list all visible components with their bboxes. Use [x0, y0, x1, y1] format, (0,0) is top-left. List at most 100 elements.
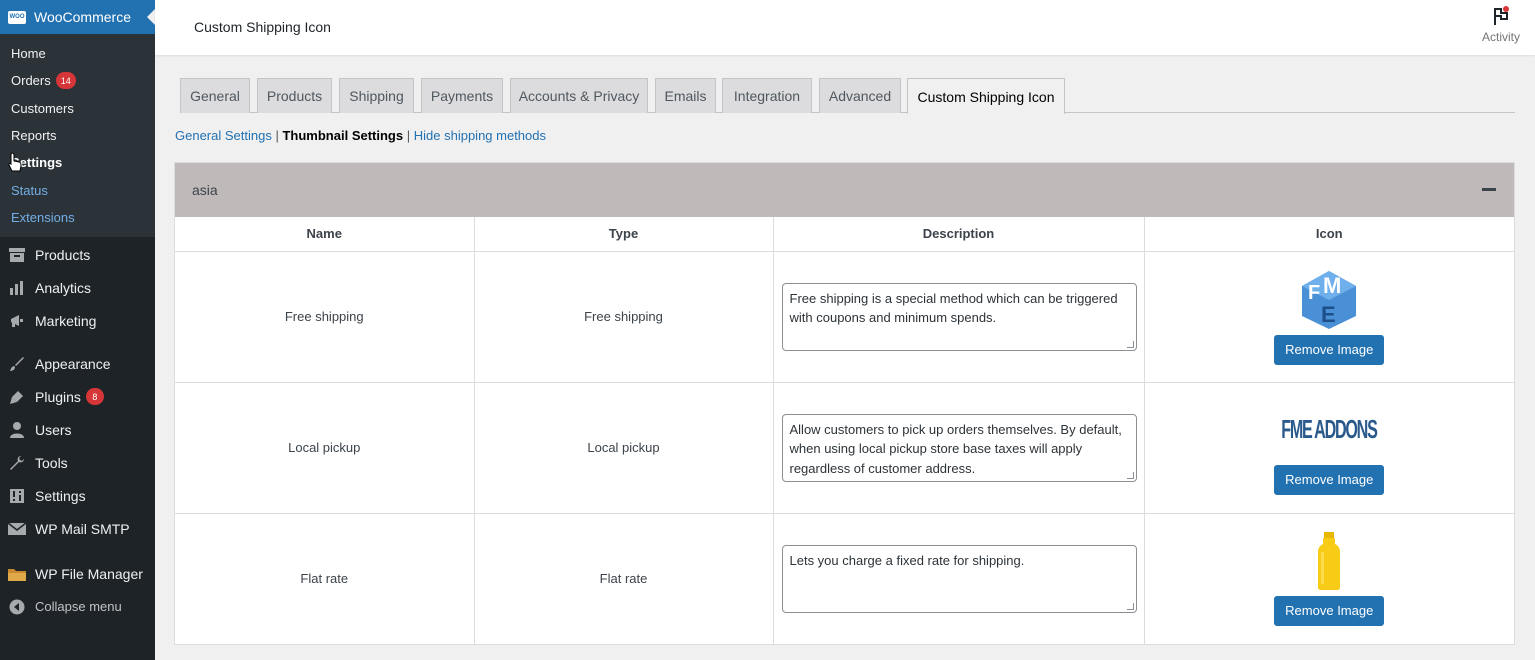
- tab-custom-shipping-icon[interactable]: Custom Shipping Icon: [907, 78, 1065, 114]
- activity-button[interactable]: Activity: [1479, 6, 1523, 44]
- column-header-icon: Icon: [1144, 217, 1514, 252]
- menu-label: WP Mail SMTP: [35, 520, 130, 537]
- plugin-icon: [8, 389, 26, 405]
- woocommerce-submenu: Home Orders 14 Customers Reports Settings…: [0, 34, 155, 238]
- submenu-label: Extensions: [11, 209, 75, 225]
- submenu-label: Orders: [11, 73, 51, 89]
- svg-text:E: E: [1321, 302, 1336, 327]
- menu-item-tools[interactable]: Tools: [0, 446, 155, 479]
- section-subnav: General Settings | Thumbnail Settings | …: [175, 128, 546, 143]
- method-type: Free shipping: [474, 250, 774, 382]
- subnav-thumbnail-settings: Thumbnail Settings: [282, 128, 404, 143]
- fme-addons-wordmark-icon: FME ADDONS: [1281, 414, 1379, 444]
- icon-cell: Remove Image: [1144, 512, 1514, 644]
- method-name: Local pickup: [175, 381, 475, 513]
- subnav-hide-shipping-methods[interactable]: Hide shipping methods: [414, 128, 546, 143]
- collapse-icon: [8, 599, 26, 615]
- subnav-separator: |: [275, 128, 279, 143]
- menu-label: Tools: [35, 454, 68, 471]
- shipping-zone-panel: asia Name Type Description Icon Free shi…: [174, 162, 1515, 645]
- zone-name: asia: [192, 182, 218, 198]
- menu-label: Marketing: [35, 312, 97, 329]
- flag-icon: [1494, 6, 1509, 25]
- folder-icon: [8, 566, 26, 582]
- tab-advanced[interactable]: Advanced: [819, 78, 901, 113]
- top-header-bar: Custom Shipping Icon Activity: [155, 0, 1535, 55]
- admin-sidebar: WOO WooCommerce Home Orders 14 Customers …: [0, 0, 155, 660]
- submenu-item-home[interactable]: Home: [0, 40, 155, 67]
- description-textarea[interactable]: Lets you charge a fixed rate for shippin…: [781, 544, 1137, 613]
- icon-cell: FME ADDONS Remove Image: [1144, 381, 1514, 513]
- menu-label: Collapse menu: [35, 599, 122, 615]
- tab-emails[interactable]: Emails: [655, 78, 716, 113]
- table-header-row: Name Type Description Icon: [175, 217, 1514, 252]
- menu-item-wp-mail-smtp[interactable]: WP Mail SMTP: [0, 512, 155, 545]
- menu-item-wp-file-manager[interactable]: WP File Manager: [0, 557, 155, 590]
- method-name: Free shipping: [175, 250, 475, 382]
- plugins-update-badge: 8: [85, 388, 104, 406]
- menu-item-settings[interactable]: Settings: [0, 479, 155, 512]
- woocommerce-menu-header[interactable]: WOO WooCommerce: [0, 0, 155, 34]
- collapse-menu-button[interactable]: Collapse menu: [0, 590, 155, 623]
- tab-general[interactable]: General: [180, 78, 250, 113]
- svg-text:F: F: [1308, 282, 1320, 304]
- subnav-general-settings[interactable]: General Settings: [175, 128, 272, 143]
- method-name: Flat rate: [175, 512, 475, 644]
- description-textarea[interactable]: Allow customers to pick up orders themse…: [781, 413, 1137, 482]
- submenu-label: Reports: [11, 128, 57, 144]
- menu-item-marketing[interactable]: Marketing: [0, 304, 155, 337]
- tab-payments[interactable]: Payments: [421, 78, 503, 113]
- table-row: Free shipping Free shipping Free shippin…: [175, 250, 1514, 382]
- menu-label: Settings: [35, 487, 86, 504]
- remove-image-button[interactable]: Remove Image: [1274, 595, 1385, 626]
- mail-icon: [8, 521, 26, 537]
- menu-item-plugins[interactable]: Plugins 8: [0, 380, 155, 413]
- tab-accounts-privacy[interactable]: Accounts & Privacy: [510, 78, 648, 113]
- menu-label: Users: [35, 421, 72, 438]
- description-textarea[interactable]: Free shipping is a special method which …: [781, 282, 1137, 351]
- menu-item-products[interactable]: Products: [0, 238, 155, 271]
- column-header-type: Type: [474, 217, 774, 252]
- submenu-item-reports[interactable]: Reports: [0, 122, 155, 149]
- submenu-item-settings[interactable]: Settings: [0, 149, 155, 176]
- menu-label: Analytics: [35, 279, 92, 296]
- submenu-label: Status: [11, 182, 48, 198]
- remove-image-button[interactable]: Remove Image: [1274, 334, 1385, 365]
- mouse-cursor-icon: [8, 152, 22, 172]
- woocommerce-menu-label: WooCommerce: [34, 9, 131, 25]
- paintbrush-icon: [8, 356, 26, 372]
- column-header-name: Name: [175, 217, 475, 252]
- current-menu-arrow: [147, 9, 155, 25]
- zone-header[interactable]: asia: [175, 163, 1514, 217]
- menu-item-analytics[interactable]: Analytics: [0, 271, 155, 304]
- wrench-icon: [8, 455, 26, 471]
- submenu-item-customers[interactable]: Customers: [0, 95, 155, 122]
- yellow-bottle-icon: [1318, 531, 1341, 590]
- menu-item-users[interactable]: Users: [0, 413, 155, 446]
- megaphone-icon: [8, 313, 26, 329]
- menu-label: Appearance: [35, 355, 111, 372]
- archive-icon: [8, 247, 26, 263]
- bar-chart-icon: [8, 280, 26, 296]
- column-header-description: Description: [773, 217, 1145, 252]
- remove-image-button[interactable]: Remove Image: [1274, 464, 1385, 495]
- tab-shipping[interactable]: Shipping: [339, 78, 414, 113]
- submenu-item-extensions[interactable]: Extensions: [0, 204, 155, 231]
- icon-cell: F M E Remove Image: [1144, 250, 1514, 382]
- submenu-item-status[interactable]: Status: [0, 176, 155, 203]
- tab-integration[interactable]: Integration: [722, 78, 812, 113]
- submenu-label: Customers: [11, 100, 74, 116]
- description-cell: Free shipping is a special method which …: [773, 250, 1145, 382]
- submenu-item-orders[interactable]: Orders 14: [0, 67, 155, 94]
- method-type: Flat rate: [474, 512, 774, 644]
- subnav-separator: |: [406, 128, 411, 143]
- submenu-label: Home: [11, 46, 46, 62]
- orders-count-badge: 14: [55, 72, 76, 90]
- menu-item-appearance[interactable]: Appearance: [0, 347, 155, 380]
- shipping-methods-table: Name Type Description Icon Free shipping…: [175, 217, 1514, 644]
- collapse-minus-icon[interactable]: [1482, 188, 1496, 191]
- method-type: Local pickup: [474, 381, 774, 513]
- description-cell: Lets you charge a fixed rate for shippin…: [773, 512, 1145, 644]
- sliders-icon: [8, 488, 26, 504]
- tab-products[interactable]: Products: [257, 78, 332, 113]
